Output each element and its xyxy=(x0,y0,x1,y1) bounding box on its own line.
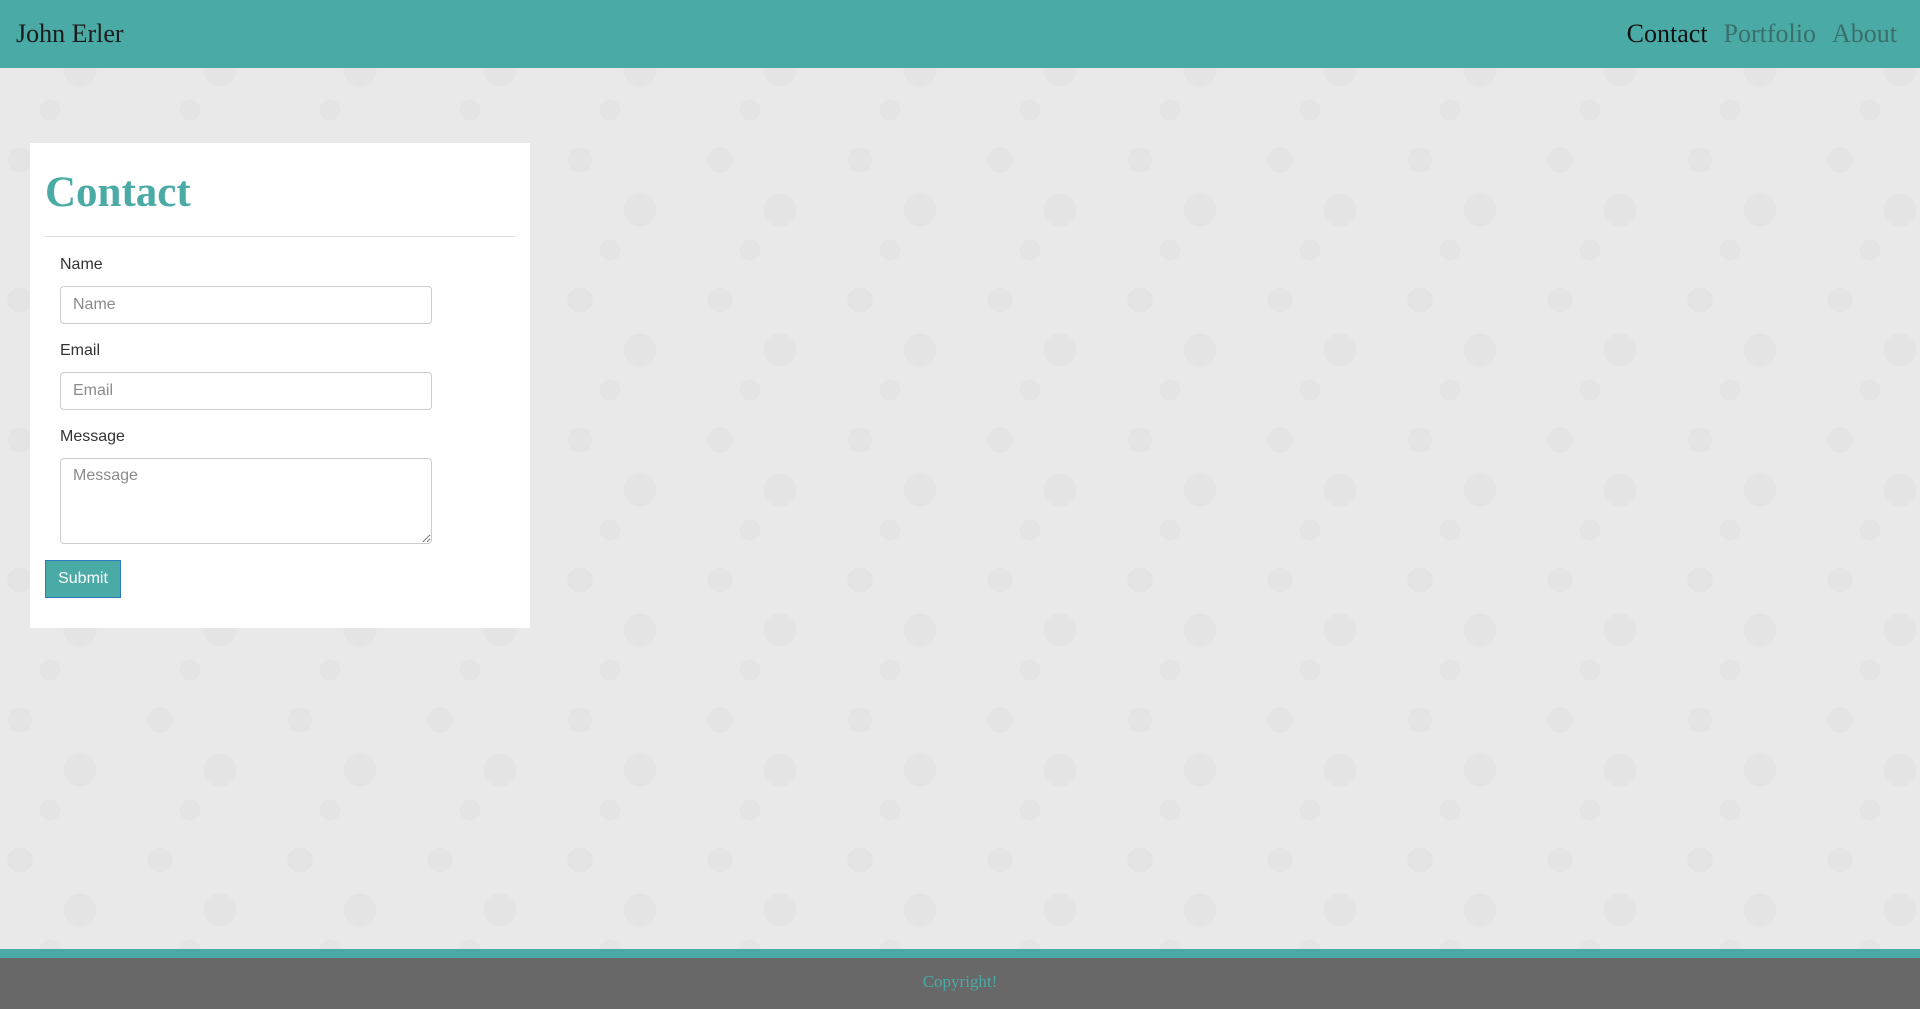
message-label: Message xyxy=(60,428,125,445)
name-field[interactable] xyxy=(60,286,432,324)
name-label: Name xyxy=(60,256,103,273)
submit-button[interactable]: Submit xyxy=(45,560,121,598)
page-title: Contact xyxy=(45,169,191,216)
navbar: John Erler Contact Portfolio About xyxy=(0,0,1920,68)
title-divider xyxy=(45,236,515,237)
nav-link-about[interactable]: About xyxy=(1832,19,1897,49)
copyright-text: Copyright! xyxy=(922,972,998,991)
nav-link-portfolio[interactable]: Portfolio xyxy=(1724,19,1816,49)
footer-stripe xyxy=(0,949,1920,958)
brand-link[interactable]: John Erler xyxy=(16,0,124,68)
email-label: Email xyxy=(60,342,101,359)
email-field[interactable] xyxy=(60,372,432,410)
nav-link-contact[interactable]: Contact xyxy=(1627,19,1708,49)
message-field[interactable] xyxy=(60,458,432,544)
contact-card: Contact Name Email Message Submit xyxy=(30,143,530,628)
nav-links: Contact Portfolio About xyxy=(1611,0,1897,68)
footer: Copyright! xyxy=(0,958,1920,1009)
